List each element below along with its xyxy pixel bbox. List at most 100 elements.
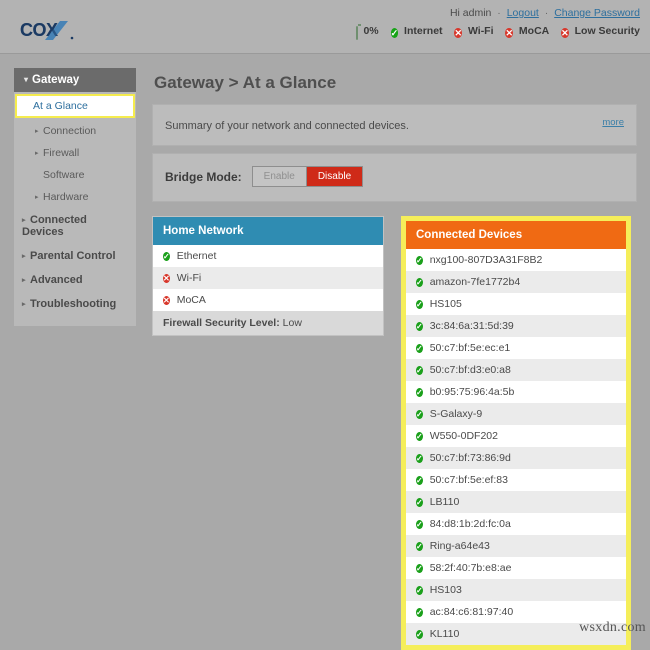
status-internet[interactable]: ✓ Internet — [390, 24, 443, 40]
page-title: Gateway > At a Glance — [154, 73, 337, 92]
device-row[interactable]: ✓ amazon-7fe1772b4 — [406, 271, 626, 293]
device-row[interactable]: ✓ Ring-a64e43 — [406, 535, 626, 557]
home-network-row-label: Ethernet — [176, 250, 217, 262]
chevron-right-icon: ▸ — [22, 301, 26, 308]
device-row[interactable]: ✓ b0:95:75:96:4a:5b — [406, 381, 626, 403]
check-circle-icon: ✓ — [416, 388, 423, 397]
check-circle-icon: ✓ — [416, 432, 423, 441]
device-name: 58:2f:40:7b:e8:ae — [429, 562, 512, 574]
error-circle-icon: ✕ — [505, 28, 513, 38]
top-header-bar: COX COX Hi admin · Logout · Change Passw… — [0, 0, 650, 54]
error-circle-icon: ✕ — [163, 274, 170, 283]
bridge-mode-toggle-group: Enable Disable — [251, 166, 364, 187]
error-circle-icon: ✕ — [561, 28, 569, 38]
sidebar-item-firewall-label: Firewall — [43, 147, 80, 159]
check-circle-icon: ✓ — [416, 608, 423, 617]
check-circle-icon: ✓ — [416, 454, 423, 463]
panels-row: Home Network ✓ Ethernet ✕ Wi-Fi ✕ MoCA F… — [152, 216, 637, 650]
status-wifi[interactable]: ✕ Wi-Fi — [454, 24, 494, 40]
device-row[interactable]: ✓ HS105 — [406, 293, 626, 315]
device-row[interactable]: ✓ LB110 — [406, 491, 626, 513]
sidebar-item-troubleshooting-label: Troubleshooting — [30, 298, 117, 310]
sidebar-item-connection-label: Connection — [43, 125, 97, 137]
check-circle-icon: ✓ — [416, 630, 423, 639]
check-circle-icon: ✓ — [390, 28, 399, 38]
main-content: Gateway > At a Glance Summary of your ne… — [152, 54, 637, 650]
check-circle-icon: ✓ — [416, 542, 423, 551]
device-name: ac:84:c6:81:97:40 — [429, 606, 514, 618]
sidebar-item-advanced[interactable]: ▸ Advanced — [14, 268, 136, 292]
device-name: HS103 — [429, 584, 462, 596]
check-circle-icon: ✓ — [416, 586, 423, 595]
status-battery[interactable]: 0% — [355, 24, 379, 40]
status-security[interactable]: ✕ Low Security — [561, 24, 640, 40]
header-right-cluster: Hi admin · Logout · Change Password 0% ✓… — [347, 6, 640, 40]
device-row[interactable]: ✓ HS103 — [406, 579, 626, 601]
firewall-security-level-label: Firewall Security Level: — [163, 317, 280, 329]
home-network-row-wifi[interactable]: ✕ Wi-Fi — [153, 267, 383, 289]
status-internet-label: Internet — [404, 25, 443, 37]
status-moca[interactable]: ✕ MoCA — [505, 24, 549, 40]
change-password-link[interactable]: Change Password — [554, 7, 640, 19]
check-circle-icon: ✓ — [416, 498, 423, 507]
link-separator-2: · — [544, 7, 549, 19]
chevron-right-icon: ▸ — [22, 217, 26, 224]
sidebar-item-gateway[interactable]: ▾ Gateway — [14, 68, 136, 92]
device-row[interactable]: ✓ W550-0DF202 — [406, 425, 626, 447]
bridge-mode-panel: Bridge Mode: Enable Disable — [152, 153, 637, 202]
status-battery-label: 0% — [363, 25, 379, 37]
device-row[interactable]: ✓ 3c:84:6a:31:5d:39 — [406, 315, 626, 337]
sidebar-item-software-label: Software — [43, 169, 85, 181]
sidebar-item-connected-devices[interactable]: ▸ Connected Devices — [14, 208, 136, 244]
device-row[interactable]: ✓ 84:d8:1b:2d:fc:0a — [406, 513, 626, 535]
device-name: amazon-7fe1772b4 — [429, 276, 521, 288]
sidebar-item-parental-control[interactable]: ▸ Parental Control — [14, 244, 136, 268]
device-name: W550-0DF202 — [429, 430, 498, 442]
bridge-enable-button[interactable]: Enable — [252, 167, 307, 186]
sidebar-item-troubleshooting[interactable]: ▸ Troubleshooting — [14, 292, 136, 316]
device-row[interactable]: ✓ 50:c7:bf:73:86:9d — [406, 447, 626, 469]
device-row[interactable]: ✓ nxg100-807D3A31F8B2 — [406, 249, 626, 271]
check-circle-icon: ✓ — [416, 256, 423, 265]
error-circle-icon: ✕ — [163, 296, 170, 305]
device-row[interactable]: ✓ 50:c7:bf:5e:ef:83 — [406, 469, 626, 491]
device-name: 50:c7:bf:5e:ec:e1 — [429, 342, 511, 354]
home-network-row-label: Wi-Fi — [176, 272, 202, 284]
greeting-text: Hi admin — [449, 7, 492, 19]
device-name: b0:95:75:96:4a:5b — [429, 386, 515, 398]
check-circle-icon: ✓ — [416, 520, 423, 529]
connected-devices-title: Connected Devices — [406, 221, 626, 249]
firewall-security-level: Firewall Security Level: Low — [153, 311, 383, 335]
cox-logo[interactable]: COX COX — [20, 19, 90, 41]
sidebar-nav: ▾ Gateway At a Glance ▸ Connection ▸ Firewa… — [14, 68, 136, 326]
status-indicator-bar: 0% ✓ Internet ✕ Wi-Fi ✕ MoCA ✕ Low Secur… — [347, 24, 640, 40]
sidebar-item-firewall[interactable]: ▸ Firewall — [14, 142, 136, 164]
home-network-row-moca[interactable]: ✕ MoCA — [153, 289, 383, 311]
sidebar-item-connection[interactable]: ▸ Connection — [14, 120, 136, 142]
device-row[interactable]: ✓ 58:2f:40:7b:e8:ae — [406, 557, 626, 579]
account-links: Hi admin · Logout · Change Password — [347, 6, 640, 20]
device-name: HS105 — [429, 298, 462, 310]
device-name: 50:c7:bf:73:86:9d — [429, 452, 511, 464]
more-link[interactable]: more — [602, 117, 624, 128]
device-name: 84:d8:1b:2d:fc:0a — [429, 518, 511, 530]
check-circle-icon: ✓ — [416, 564, 423, 573]
chevron-right-icon: ▸ — [35, 194, 39, 201]
home-network-row-ethernet[interactable]: ✓ Ethernet — [153, 245, 383, 267]
check-circle-icon: ✓ — [416, 366, 423, 375]
check-circle-icon: ✓ — [416, 410, 423, 419]
chevron-right-icon: ▸ — [35, 128, 39, 135]
check-circle-icon: ✓ — [416, 300, 423, 309]
sidebar-item-at-a-glance[interactable]: At a Glance — [15, 94, 135, 118]
chevron-right-icon: ▸ — [35, 150, 39, 157]
device-row[interactable]: ✓ 50:c7:bf:d3:e0:a8 — [406, 359, 626, 381]
sidebar-item-hardware[interactable]: ▸ Hardware — [14, 186, 136, 208]
device-row[interactable]: ✓ 50:c7:bf:5e:ec:e1 — [406, 337, 626, 359]
device-row[interactable]: ✓ S-Galaxy-9 — [406, 403, 626, 425]
sidebar-item-software[interactable]: Software — [14, 164, 136, 186]
logout-link[interactable]: Logout — [507, 7, 539, 19]
sidebar-item-gateway-label: Gateway — [32, 74, 80, 86]
check-circle-icon: ✓ — [416, 476, 423, 485]
bridge-disable-button[interactable]: Disable — [306, 167, 363, 186]
connected-devices-card: Connected Devices ✓ nxg100-807D3A31F8B2 … — [401, 216, 631, 650]
